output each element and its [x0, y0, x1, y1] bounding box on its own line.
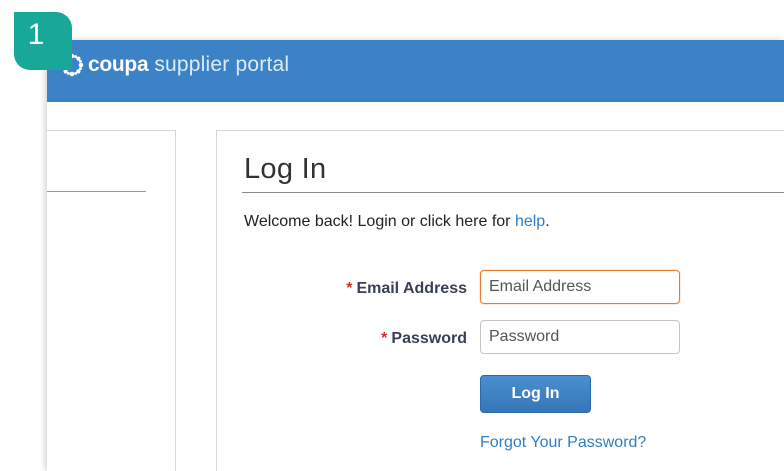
page-title: Log In [244, 153, 327, 185]
portal-header: coupa supplier portal [47, 40, 784, 102]
screenshot-frame: 1 coupa supplier portal Log In Welcome b… [0, 0, 784, 471]
logo-brand: coupa [88, 53, 149, 76]
welcome-text: Welcome back! Login or click here for [244, 213, 515, 230]
password-label: * Password [381, 330, 467, 348]
login-panel: Log In Welcome back! Login or click here… [216, 130, 784, 471]
email-label-text: Email Address [356, 280, 467, 297]
coupa-logo[interactable]: coupa supplier portal [59, 50, 289, 80]
left-panel-divider [47, 191, 146, 192]
email-label: * Email Address [346, 280, 467, 298]
required-mark: * [346, 280, 353, 297]
password-row: * Password [217, 320, 784, 358]
password-field[interactable] [480, 320, 680, 354]
email-field[interactable] [480, 270, 680, 304]
welcome-message: Welcome back! Login or click here for he… [244, 213, 550, 231]
required-mark: * [381, 330, 388, 347]
step-badge: 1 [14, 12, 72, 70]
title-divider [242, 192, 784, 193]
help-link[interactable]: help [515, 213, 545, 230]
left-panel [47, 130, 176, 471]
forgot-password-link[interactable]: Forgot Your Password? [480, 434, 646, 452]
browser-viewport: coupa supplier portal Log In Welcome bac… [47, 40, 784, 471]
email-row: * Email Address [217, 270, 784, 308]
login-button[interactable]: Log In [480, 375, 591, 413]
password-label-text: Password [391, 330, 467, 347]
step-number: 1 [27, 18, 45, 51]
logo-product: supplier portal [154, 53, 290, 76]
welcome-suffix: . [545, 213, 550, 230]
